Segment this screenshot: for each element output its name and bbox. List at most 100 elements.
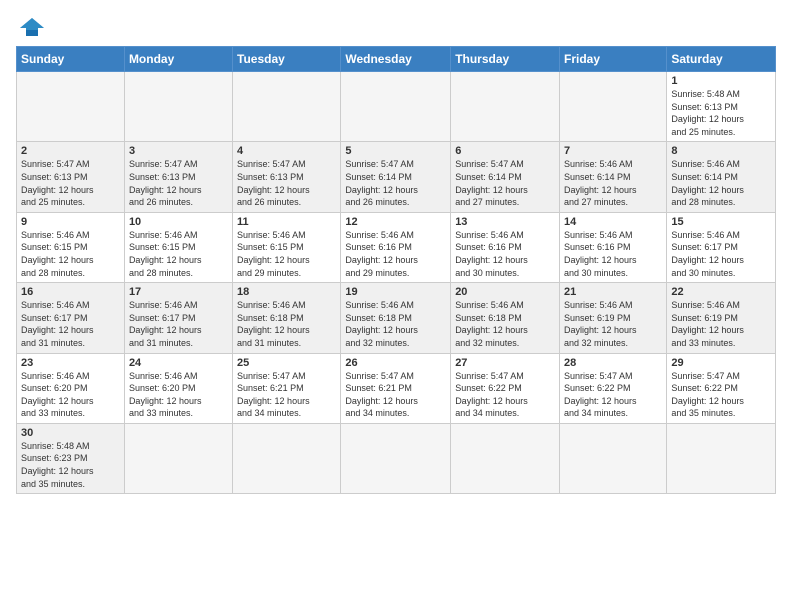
calendar-day-cell <box>451 72 560 142</box>
calendar-day-cell: 13Sunrise: 5:46 AM Sunset: 6:16 PM Dayli… <box>451 212 560 282</box>
logo-icon <box>18 16 46 38</box>
day-number: 27 <box>455 357 555 369</box>
day-info: Sunrise: 5:47 AM Sunset: 6:13 PM Dayligh… <box>21 158 120 208</box>
day-info: Sunrise: 5:46 AM Sunset: 6:14 PM Dayligh… <box>671 158 771 208</box>
day-number: 21 <box>564 286 662 298</box>
calendar-day-cell: 9Sunrise: 5:46 AM Sunset: 6:15 PM Daylig… <box>17 212 125 282</box>
day-number: 2 <box>21 145 120 157</box>
day-number: 19 <box>345 286 446 298</box>
day-number: 13 <box>455 216 555 228</box>
calendar-day-cell: 14Sunrise: 5:46 AM Sunset: 6:16 PM Dayli… <box>560 212 667 282</box>
calendar-day-cell: 16Sunrise: 5:46 AM Sunset: 6:17 PM Dayli… <box>17 283 125 353</box>
day-info: Sunrise: 5:46 AM Sunset: 6:20 PM Dayligh… <box>129 370 228 420</box>
logo <box>16 16 46 38</box>
day-info: Sunrise: 5:46 AM Sunset: 6:16 PM Dayligh… <box>564 229 662 279</box>
day-info: Sunrise: 5:47 AM Sunset: 6:22 PM Dayligh… <box>671 370 771 420</box>
weekday-header-friday: Friday <box>560 47 667 72</box>
calendar-day-cell <box>341 423 451 493</box>
day-number: 22 <box>671 286 771 298</box>
day-info: Sunrise: 5:47 AM Sunset: 6:14 PM Dayligh… <box>455 158 555 208</box>
day-info: Sunrise: 5:46 AM Sunset: 6:14 PM Dayligh… <box>564 158 662 208</box>
calendar-day-cell <box>560 423 667 493</box>
calendar-day-cell: 21Sunrise: 5:46 AM Sunset: 6:19 PM Dayli… <box>560 283 667 353</box>
day-number: 14 <box>564 216 662 228</box>
day-number: 17 <box>129 286 228 298</box>
calendar-day-cell: 28Sunrise: 5:47 AM Sunset: 6:22 PM Dayli… <box>560 353 667 423</box>
day-number: 26 <box>345 357 446 369</box>
day-number: 20 <box>455 286 555 298</box>
calendar-week-row: 16Sunrise: 5:46 AM Sunset: 6:17 PM Dayli… <box>17 283 776 353</box>
day-number: 1 <box>671 75 771 87</box>
day-info: Sunrise: 5:47 AM Sunset: 6:22 PM Dayligh… <box>455 370 555 420</box>
calendar-week-row: 23Sunrise: 5:46 AM Sunset: 6:20 PM Dayli… <box>17 353 776 423</box>
calendar-day-cell: 27Sunrise: 5:47 AM Sunset: 6:22 PM Dayli… <box>451 353 560 423</box>
calendar-day-cell <box>233 423 341 493</box>
calendar-day-cell: 12Sunrise: 5:46 AM Sunset: 6:16 PM Dayli… <box>341 212 451 282</box>
day-number: 8 <box>671 145 771 157</box>
calendar-day-cell: 20Sunrise: 5:46 AM Sunset: 6:18 PM Dayli… <box>451 283 560 353</box>
weekday-header-monday: Monday <box>124 47 232 72</box>
calendar-day-cell: 17Sunrise: 5:46 AM Sunset: 6:17 PM Dayli… <box>124 283 232 353</box>
day-info: Sunrise: 5:46 AM Sunset: 6:19 PM Dayligh… <box>671 299 771 349</box>
day-number: 12 <box>345 216 446 228</box>
day-number: 10 <box>129 216 228 228</box>
calendar-day-cell: 5Sunrise: 5:47 AM Sunset: 6:14 PM Daylig… <box>341 142 451 212</box>
weekday-header-wednesday: Wednesday <box>341 47 451 72</box>
day-number: 30 <box>21 427 120 439</box>
day-number: 5 <box>345 145 446 157</box>
calendar-day-cell <box>124 423 232 493</box>
day-number: 23 <box>21 357 120 369</box>
calendar-day-cell: 23Sunrise: 5:46 AM Sunset: 6:20 PM Dayli… <box>17 353 125 423</box>
calendar-day-cell: 7Sunrise: 5:46 AM Sunset: 6:14 PM Daylig… <box>560 142 667 212</box>
calendar-day-cell <box>451 423 560 493</box>
day-number: 9 <box>21 216 120 228</box>
calendar-week-row: 2Sunrise: 5:47 AM Sunset: 6:13 PM Daylig… <box>17 142 776 212</box>
day-info: Sunrise: 5:46 AM Sunset: 6:19 PM Dayligh… <box>564 299 662 349</box>
day-info: Sunrise: 5:47 AM Sunset: 6:13 PM Dayligh… <box>237 158 336 208</box>
calendar-day-cell: 26Sunrise: 5:47 AM Sunset: 6:21 PM Dayli… <box>341 353 451 423</box>
calendar-day-cell: 4Sunrise: 5:47 AM Sunset: 6:13 PM Daylig… <box>233 142 341 212</box>
day-number: 28 <box>564 357 662 369</box>
day-number: 7 <box>564 145 662 157</box>
weekday-header-sunday: Sunday <box>17 47 125 72</box>
calendar-day-cell: 3Sunrise: 5:47 AM Sunset: 6:13 PM Daylig… <box>124 142 232 212</box>
page-header <box>16 16 776 38</box>
calendar-week-row: 30Sunrise: 5:48 AM Sunset: 6:23 PM Dayli… <box>17 423 776 493</box>
calendar-week-row: 9Sunrise: 5:46 AM Sunset: 6:15 PM Daylig… <box>17 212 776 282</box>
calendar-day-cell <box>233 72 341 142</box>
day-info: Sunrise: 5:46 AM Sunset: 6:15 PM Dayligh… <box>21 229 120 279</box>
day-number: 15 <box>671 216 771 228</box>
day-number: 6 <box>455 145 555 157</box>
day-number: 16 <box>21 286 120 298</box>
calendar-day-cell: 11Sunrise: 5:46 AM Sunset: 6:15 PM Dayli… <box>233 212 341 282</box>
calendar-day-cell <box>341 72 451 142</box>
day-info: Sunrise: 5:46 AM Sunset: 6:17 PM Dayligh… <box>21 299 120 349</box>
calendar-day-cell <box>17 72 125 142</box>
weekday-header-saturday: Saturday <box>667 47 776 72</box>
calendar-day-cell: 10Sunrise: 5:46 AM Sunset: 6:15 PM Dayli… <box>124 212 232 282</box>
calendar-day-cell: 8Sunrise: 5:46 AM Sunset: 6:14 PM Daylig… <box>667 142 776 212</box>
weekday-header-row: SundayMondayTuesdayWednesdayThursdayFrid… <box>17 47 776 72</box>
day-number: 3 <box>129 145 228 157</box>
calendar-day-cell <box>124 72 232 142</box>
calendar-day-cell: 30Sunrise: 5:48 AM Sunset: 6:23 PM Dayli… <box>17 423 125 493</box>
day-info: Sunrise: 5:48 AM Sunset: 6:23 PM Dayligh… <box>21 440 120 490</box>
day-number: 24 <box>129 357 228 369</box>
day-info: Sunrise: 5:47 AM Sunset: 6:21 PM Dayligh… <box>237 370 336 420</box>
calendar-day-cell: 19Sunrise: 5:46 AM Sunset: 6:18 PM Dayli… <box>341 283 451 353</box>
day-number: 18 <box>237 286 336 298</box>
calendar-day-cell: 2Sunrise: 5:47 AM Sunset: 6:13 PM Daylig… <box>17 142 125 212</box>
day-info: Sunrise: 5:46 AM Sunset: 6:15 PM Dayligh… <box>237 229 336 279</box>
calendar-day-cell <box>560 72 667 142</box>
calendar-day-cell: 29Sunrise: 5:47 AM Sunset: 6:22 PM Dayli… <box>667 353 776 423</box>
calendar-day-cell: 15Sunrise: 5:46 AM Sunset: 6:17 PM Dayli… <box>667 212 776 282</box>
calendar-day-cell: 18Sunrise: 5:46 AM Sunset: 6:18 PM Dayli… <box>233 283 341 353</box>
day-info: Sunrise: 5:46 AM Sunset: 6:20 PM Dayligh… <box>21 370 120 420</box>
calendar-day-cell: 25Sunrise: 5:47 AM Sunset: 6:21 PM Dayli… <box>233 353 341 423</box>
day-number: 29 <box>671 357 771 369</box>
weekday-header-tuesday: Tuesday <box>233 47 341 72</box>
day-number: 25 <box>237 357 336 369</box>
calendar-day-cell <box>667 423 776 493</box>
day-number: 4 <box>237 145 336 157</box>
day-info: Sunrise: 5:46 AM Sunset: 6:18 PM Dayligh… <box>237 299 336 349</box>
